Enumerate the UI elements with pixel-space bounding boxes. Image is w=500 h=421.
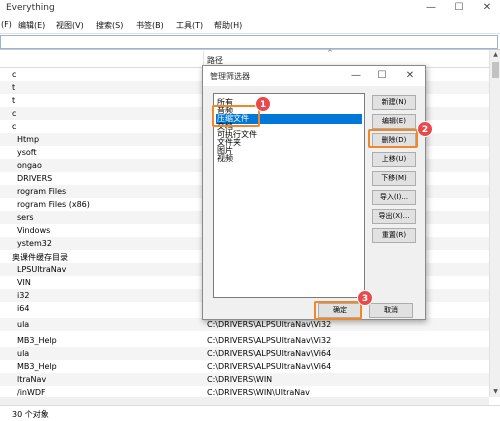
table-row[interactable]: MB3_Help C:\DRIVERS\ALPSUltraNav\Vi32 <box>0 334 489 347</box>
menu-help[interactable]: 帮助(H) <box>214 20 242 31</box>
scroll-up-icon[interactable]: ▲ <box>491 50 500 60</box>
row-name: t <box>12 96 16 105</box>
cancel-button[interactable]: 取消 <box>369 303 413 318</box>
table-row[interactable]: MB3_Help C:\DRIVERS\ALPSUltraNav\Vi64 <box>0 360 489 373</box>
row-path: C:\DRIVERS\ALPSUltraNav\Vi64 <box>207 362 332 371</box>
close-icon[interactable]: ✕ <box>480 1 494 15</box>
row-name: MB3_Help <box>17 362 57 371</box>
menu-file[interactable]: (F) <box>1 20 12 29</box>
dialog-title: 管理筛选器 <box>210 72 250 81</box>
reset-button[interactable]: 重置(R) <box>372 228 416 243</box>
row-path: C:\DRIVERS\ALPSUltraNav\Vi64 <box>207 349 332 358</box>
manage-filters-dialog: 管理筛选器 — ☐ ✕ 所有 音频 压缩文件 文档 可执行文件 文件夹 图片 视… <box>202 65 426 320</box>
table-row[interactable]: /inWDF C:\DRIVERS\WIN\UltraNav <box>0 386 489 397</box>
row-name: VIN <box>17 278 31 287</box>
minimize-icon[interactable]: — <box>424 1 438 15</box>
row-name: i32 <box>17 291 30 300</box>
window-title: Everything <box>6 3 55 13</box>
row-name: rogram Files (x86) <box>17 200 90 209</box>
filter-item[interactable]: 视频 <box>216 154 362 164</box>
import-button[interactable]: 导入(I)... <box>372 190 416 205</box>
highlight-box-step3 <box>314 301 362 320</box>
row-name: LPSUltraNav <box>17 265 67 274</box>
row-path: C:\DRIVERS\WIN\UltraNav <box>207 388 310 397</box>
edit-filter-button[interactable]: 编辑(E) <box>372 114 416 129</box>
dialog-minimize-icon[interactable]: — <box>349 69 363 83</box>
row-name: ula <box>17 349 30 358</box>
move-down-button[interactable]: 下移(M) <box>372 171 416 186</box>
row-name: c <box>12 109 17 118</box>
menu-bookmarks[interactable]: 书签(B) <box>136 20 164 31</box>
horizontal-scrollbar[interactable] <box>0 397 489 405</box>
menu-edit[interactable]: 编辑(E) <box>18 20 45 31</box>
step-badge-2: 2 <box>417 121 433 137</box>
row-path: C:\DRIVERS\ALPSUltraNav\Vi32 <box>207 336 332 345</box>
menu-view[interactable]: 视图(V) <box>56 20 84 31</box>
object-count: 30 个对象 <box>12 410 49 419</box>
row-name: Htmp <box>17 135 40 144</box>
row-path: C:\DRIVERS\WIN <box>207 375 273 384</box>
menu-bar: (F) 编辑(E) 视图(V) 搜索(S) 书签(B) 工具(T) 帮助(H) <box>0 17 500 33</box>
row-name: rogram Files <box>17 187 67 196</box>
table-row[interactable]: ltraNav C:\DRIVERS\WIN <box>0 373 489 386</box>
row-name: MB3_Help <box>17 336 57 345</box>
row-name: ystem32 <box>17 239 52 248</box>
scroll-down-icon[interactable]: ▼ <box>491 387 500 397</box>
export-button[interactable]: 导出(X)... <box>372 209 416 224</box>
row-name: ysoft <box>17 148 37 157</box>
dialog-title-bar: 管理筛选器 — ☐ ✕ <box>203 66 425 86</box>
row-name: ongao <box>17 161 42 170</box>
row-name: /inWDF <box>17 388 46 397</box>
row-name: sers <box>17 213 34 222</box>
menu-tools[interactable]: 工具(T) <box>176 20 203 31</box>
step-badge-1: 1 <box>255 96 271 112</box>
table-row[interactable]: ula C:\DRIVERS\ALPSUltraNav\Vi64 <box>0 347 489 360</box>
menu-search[interactable]: 搜索(S) <box>96 20 123 31</box>
search-input[interactable] <box>0 35 498 49</box>
vertical-scrollbar[interactable]: ▲ ▼ <box>489 50 500 397</box>
row-name: DRIVERS <box>17 174 53 183</box>
row-name: c <box>12 122 17 131</box>
highlight-box-step1 <box>212 105 260 127</box>
scrollbar-thumb[interactable] <box>492 62 499 78</box>
move-up-button[interactable]: 上移(U) <box>372 152 416 167</box>
row-name: i64 <box>17 304 30 313</box>
row-name: ltraNav <box>17 375 47 384</box>
row-name: ula <box>17 320 30 329</box>
sort-ascending-icon: ^ <box>327 49 333 57</box>
new-filter-button[interactable]: 新建(N) <box>372 95 416 110</box>
row-name: t <box>12 83 16 92</box>
maximize-icon[interactable]: ☐ <box>452 1 466 15</box>
step-badge-3: 3 <box>357 290 373 306</box>
row-path: C:\DRIVERS\ALPSUltraNav\Vi32 <box>207 320 332 329</box>
row-name: Vindows <box>17 226 51 235</box>
row-name: c <box>12 70 17 79</box>
highlight-box-step2 <box>368 129 418 148</box>
dialog-maximize-icon[interactable]: ☐ <box>375 69 389 83</box>
dialog-close-icon[interactable]: ✕ <box>403 69 417 83</box>
status-bar: 30 个对象 <box>0 405 500 421</box>
title-bar: Everything — ☐ ✕ <box>0 0 500 17</box>
row-name: 奥课件缓存目录 <box>12 253 68 262</box>
search-bar <box>0 33 500 50</box>
